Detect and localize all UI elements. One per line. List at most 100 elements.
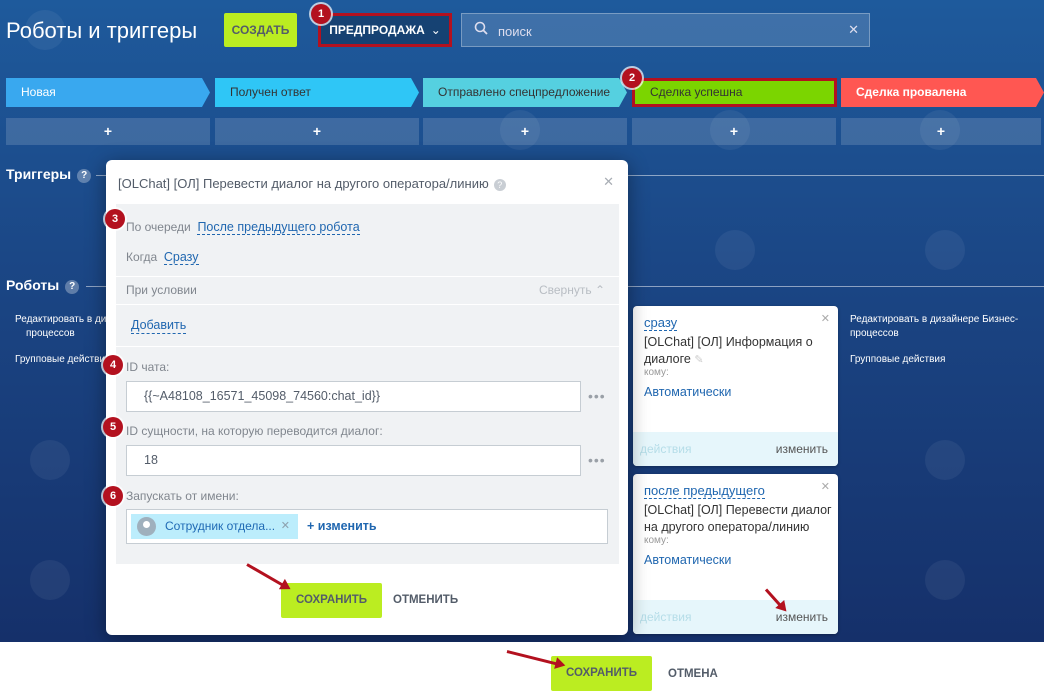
- bot-watermark-icon: [925, 560, 965, 600]
- triggers-heading: Триггеры?: [6, 166, 92, 183]
- cancel-button[interactable]: ОТМЕНА: [668, 668, 718, 680]
- robot-title-text: [OLChat] [ОЛ] Информация о диалоге: [644, 335, 813, 366]
- step-badge: 4: [103, 355, 123, 375]
- robot-to-label: кому:: [644, 367, 669, 378]
- robot-title: [OLChat] [ОЛ] Информация о диалоге ✎: [644, 334, 834, 369]
- pencil-icon[interactable]: ✎: [694, 354, 703, 366]
- add-trigger-button[interactable]: +: [632, 118, 836, 145]
- robots-heading: Роботы?: [6, 277, 80, 294]
- user-tag-name: Сотрудник отдела...: [165, 519, 276, 533]
- add-trigger-button[interactable]: +: [841, 118, 1041, 145]
- help-icon[interactable]: ?: [65, 280, 80, 294]
- edit-designer-link-cont: процессов: [26, 328, 75, 339]
- dialog-title-text: [OLChat] [ОЛ] Перевести диалог на другог…: [118, 176, 489, 191]
- robot-delay-link[interactable]: сразу: [644, 315, 678, 331]
- search-box: ✕: [461, 13, 870, 47]
- stage-label: Сделка успешна: [650, 85, 743, 99]
- dialog-cancel-button[interactable]: ОТМЕНИТЬ: [393, 594, 458, 606]
- step-badge: 1: [311, 4, 331, 24]
- dialog-body: По очереди После предыдущего робота Когд…: [116, 204, 619, 564]
- step-badge: 2: [622, 68, 642, 88]
- edit-designer-link[interactable]: Редактировать в дизайнере Бизнес-процесс…: [850, 313, 1030, 341]
- run-as-label: Запускать от имени:: [126, 489, 239, 503]
- chevron-up-icon: ⌃: [594, 283, 605, 297]
- when-field: Когда Сразу: [126, 250, 199, 265]
- robot-settings-dialog: [OLChat] [ОЛ] Перевести диалог на другог…: [106, 160, 628, 635]
- stage-deal-won[interactable]: Сделка успешна: [632, 78, 837, 107]
- remove-user-icon[interactable]: ✕: [281, 514, 290, 539]
- add-trigger-button[interactable]: +: [215, 118, 419, 145]
- edit-designer-link[interactable]: Редактировать в ди...: [15, 313, 106, 327]
- bot-watermark-icon: [925, 230, 965, 270]
- group-actions-link[interactable]: Групповые действия: [850, 353, 945, 367]
- help-icon[interactable]: ?: [77, 169, 92, 183]
- stage-new[interactable]: Новая: [6, 78, 210, 107]
- chat-id-input[interactable]: {{~A48108_16571_45098_74560:chat_id}}: [126, 381, 581, 412]
- group-actions-link[interactable]: Групповые действия: [15, 353, 106, 367]
- robot-actions-label: действия: [640, 610, 692, 624]
- stage-label: Новая: [21, 85, 56, 99]
- close-icon[interactable]: ✕: [603, 174, 614, 190]
- stage-reply-received[interactable]: Получен ответ: [215, 78, 419, 107]
- stage-label: Сделка провалена: [856, 85, 967, 99]
- user-tag[interactable]: Сотрудник отдела... ✕: [131, 514, 298, 539]
- bottom-action-bar: СОХРАНИТЬ ОТМЕНА: [0, 642, 1044, 697]
- divider: [116, 304, 619, 305]
- create-button[interactable]: СОЗДАТЬ: [224, 13, 297, 47]
- robot-delay-link[interactable]: после предыдущего: [644, 483, 765, 499]
- dialog-save-button[interactable]: СОХРАНИТЬ: [281, 583, 382, 618]
- robot-to-label: кому:: [644, 535, 669, 546]
- stage-label: Получен ответ: [230, 85, 311, 99]
- divider: [116, 276, 619, 277]
- robot-card[interactable]: сразу ✕ [OLChat] [ОЛ] Информация о диало…: [633, 306, 838, 466]
- stage-deal-lost[interactable]: Сделка провалена: [841, 78, 1044, 107]
- robot-edit-button[interactable]: изменить: [776, 442, 828, 456]
- section-divider: [96, 175, 106, 176]
- close-icon[interactable]: ✕: [821, 312, 830, 325]
- change-user-link[interactable]: + изменить: [307, 519, 377, 533]
- avatar: [137, 517, 156, 536]
- step-badge: 5: [103, 417, 123, 437]
- stage-label: Отправлено спецпредложение: [438, 85, 611, 99]
- robot-card-footer: действия изменить: [633, 432, 838, 466]
- triggers-label: Триггеры: [6, 166, 72, 182]
- queue-field: По очереди После предыдущего робота: [126, 220, 360, 235]
- divider: [116, 346, 619, 347]
- queue-value-link[interactable]: После предыдущего робота: [197, 220, 360, 235]
- bot-watermark-icon: [30, 440, 70, 480]
- help-icon[interactable]: ?: [493, 179, 506, 191]
- section-divider: [628, 175, 1044, 176]
- bot-watermark-icon: [715, 230, 755, 270]
- search-icon: [474, 21, 488, 40]
- entity-id-input[interactable]: 18: [126, 445, 581, 476]
- section-divider: [628, 286, 1044, 287]
- add-trigger-button[interactable]: +: [6, 118, 210, 145]
- pipeline-select-label: ПРЕДПРОДАЖА: [329, 23, 425, 37]
- clear-search-icon[interactable]: ✕: [848, 22, 859, 38]
- add-trigger-button[interactable]: +: [423, 118, 627, 145]
- close-icon[interactable]: ✕: [821, 480, 830, 493]
- chat-id-label: ID чата:: [126, 360, 170, 374]
- pipeline-select-button[interactable]: ПРЕДПРОДАЖА ⌄: [318, 13, 452, 47]
- dialog-title: [OLChat] [ОЛ] Перевести диалог на другог…: [118, 176, 506, 191]
- bot-watermark-icon: [925, 440, 965, 480]
- add-condition-link[interactable]: Добавить: [131, 318, 187, 334]
- search-input[interactable]: [498, 20, 838, 42]
- robots-label: Роботы: [6, 277, 60, 293]
- more-options-icon[interactable]: •••: [588, 388, 606, 404]
- stage-offer-sent[interactable]: Отправлено спецпредложение: [423, 78, 627, 107]
- when-value-link[interactable]: Сразу: [163, 250, 199, 265]
- bot-watermark-icon: [30, 560, 70, 600]
- robot-card-footer: действия изменить: [633, 600, 838, 634]
- robot-to-value: Автоматически: [644, 553, 732, 567]
- step-badge: 3: [105, 209, 125, 229]
- collapse-toggle[interactable]: Свернуть ⌃: [539, 283, 605, 297]
- more-options-icon[interactable]: •••: [588, 452, 606, 468]
- collapse-label: Свернуть: [538, 283, 592, 297]
- robot-title: [OLChat] [ОЛ] Перевести диалог на другог…: [644, 503, 832, 534]
- entity-id-label: ID сущности, на которую переводится диал…: [126, 424, 383, 438]
- robot-card[interactable]: после предыдущего ✕ [OLChat] [ОЛ] Переве…: [633, 474, 838, 634]
- queue-label: По очереди: [126, 220, 191, 234]
- run-as-field[interactable]: Сотрудник отдела... ✕ + изменить: [126, 509, 608, 544]
- step-badge: 6: [103, 486, 123, 506]
